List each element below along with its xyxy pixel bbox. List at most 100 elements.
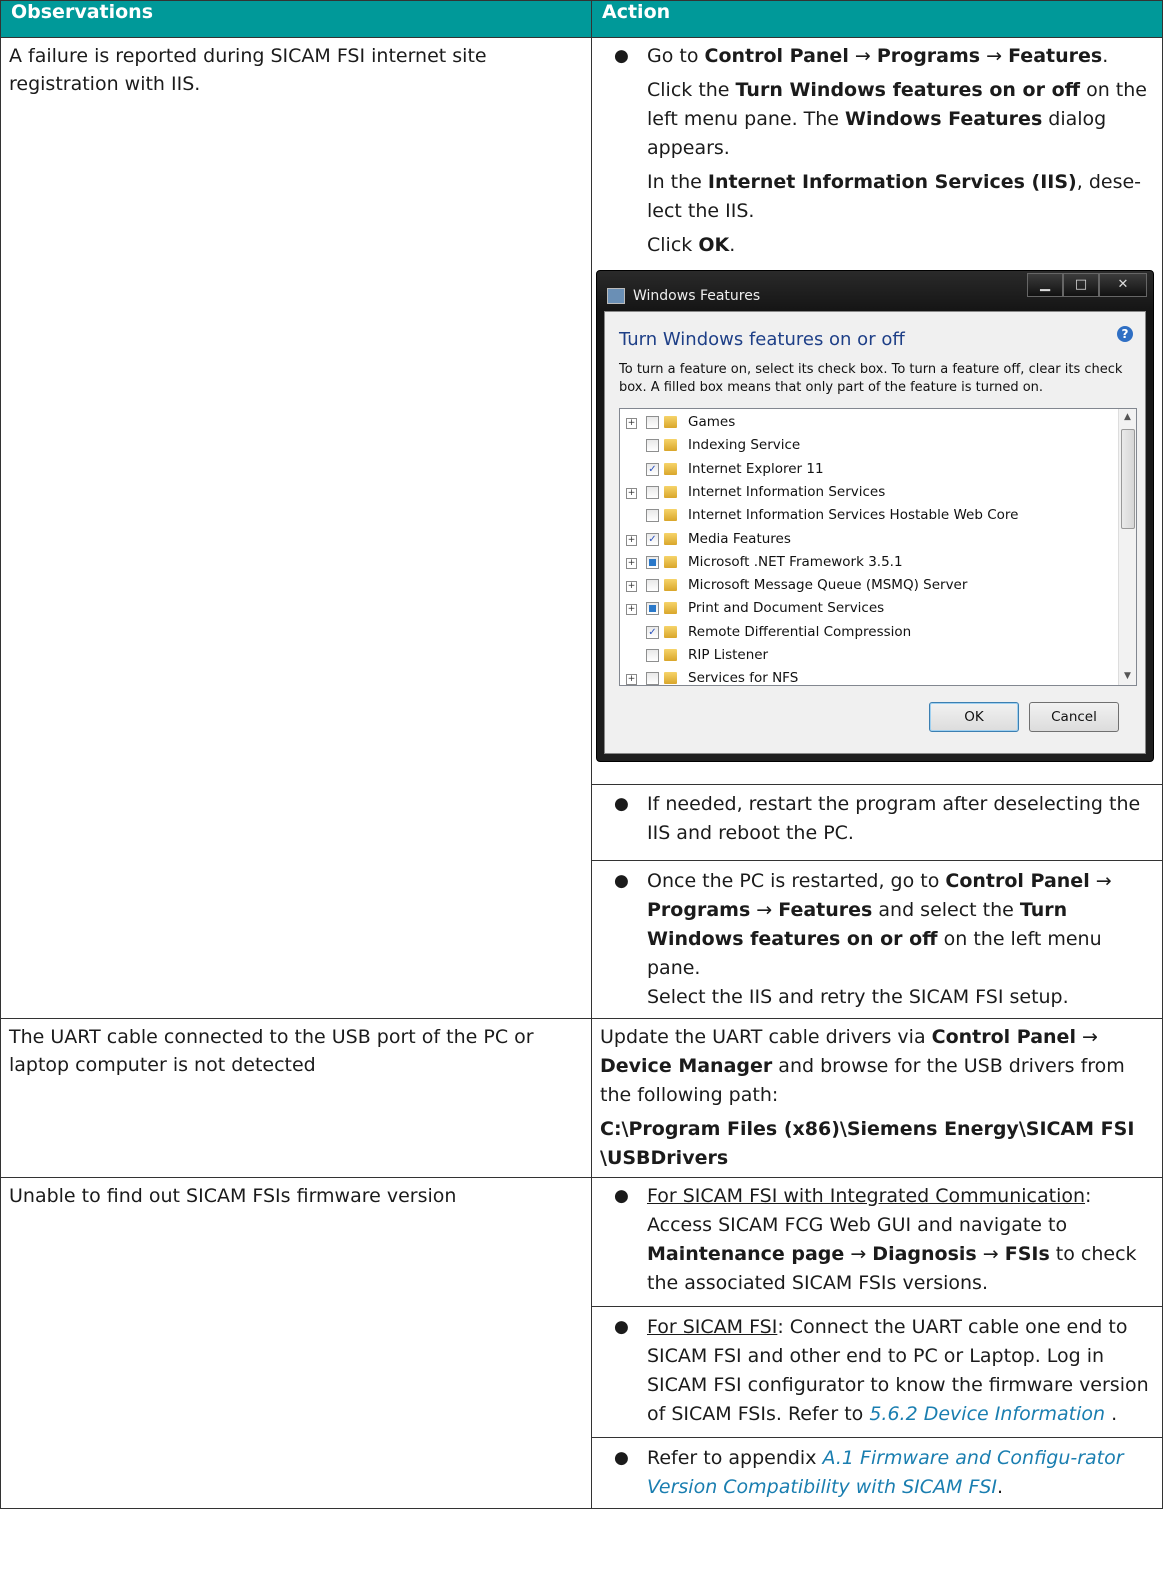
ok-button[interactable]: OK: [929, 702, 1019, 732]
folder-icon: [664, 416, 677, 428]
bullet-icon: ●: [614, 794, 629, 814]
expand-icon[interactable]: +: [626, 418, 637, 429]
bullet-item: ● Refer to appendix A.1 Firmware and Con…: [592, 1444, 1162, 1502]
feature-label: Microsoft .NET Framework 3.5.1: [688, 553, 903, 570]
cancel-button[interactable]: Cancel: [1029, 702, 1119, 732]
scroll-up-icon[interactable]: ▲: [1119, 409, 1136, 426]
expand-icon[interactable]: +: [626, 604, 637, 616]
dialog-heading: Turn Windows features on or off: [619, 329, 905, 350]
feature-checkbox[interactable]: [646, 439, 659, 453]
feature-checkbox[interactable]: ✓: [646, 532, 659, 546]
troubleshooting-table: Observations Action A failure is reporte…: [0, 0, 1163, 1509]
folder-icon: [664, 509, 677, 522]
folder-icon: [664, 602, 677, 615]
expand-icon[interactable]: +: [626, 674, 637, 685]
feature-checkbox[interactable]: [646, 579, 659, 593]
bullet-item: ● If needed, restart the program after d…: [592, 790, 1162, 848]
dialog-title: Windows Features: [633, 288, 761, 304]
action-cell: Update the UART cable drivers via Contro…: [591, 1018, 1163, 1178]
expand-icon[interactable]: +: [626, 534, 637, 546]
close-icon[interactable]: ✕: [1099, 273, 1147, 297]
bullet-icon: ●: [614, 871, 629, 891]
minimize-icon[interactable]: ▁: [1027, 273, 1063, 297]
bullet-icon: ●: [614, 1186, 629, 1206]
bullet-icon: ●: [614, 46, 629, 66]
bullet-item: ● For SICAM FSI: Connect the UART cable …: [592, 1313, 1162, 1429]
bullet-line: Select the IIS and retry the SICAM FSI s…: [647, 986, 1069, 1008]
feature-label: Games: [688, 414, 736, 430]
folder-icon: [664, 485, 677, 498]
header-observations: Observations: [0, 0, 592, 38]
scroll-down-icon[interactable]: ▼: [1119, 668, 1136, 685]
action-block: ● Go to Control Panel → Programs → Featu…: [592, 38, 1162, 785]
folder-icon: [664, 555, 677, 568]
feature-checkbox[interactable]: ✓: [646, 462, 659, 476]
bullet-item: ● For SICAM FSI with Integrated Communic…: [592, 1182, 1162, 1298]
feature-checkbox[interactable]: [646, 416, 659, 429]
feature-label: Print and Document Services: [688, 600, 885, 617]
bullet-item: ● Once the PC is restarted, go to Contro…: [592, 867, 1162, 1012]
feature-checkbox[interactable]: ✓: [646, 625, 659, 639]
feature-label: Media Features: [688, 530, 791, 547]
driver-path: C:\Program Files (x86)\Siemens Energy\SI…: [600, 1118, 1135, 1169]
bullet-icon: ●: [614, 1448, 629, 1468]
action-block: ● For SICAM FSI: Connect the UART cable …: [592, 1307, 1162, 1438]
expand-icon[interactable]: +: [626, 487, 637, 499]
folder-icon: [664, 649, 677, 661]
screenshot-container: Windows Features ▁ □ ✕ Turn Windows feat…: [592, 260, 1162, 784]
folder-icon: [664, 672, 677, 685]
dialog-description: To turn a feature on, select its check b…: [619, 362, 1123, 395]
bullet-text: For SICAM FSI with Integrated Communicat…: [647, 1185, 1137, 1294]
feature-checkbox[interactable]: [646, 602, 659, 616]
feature-checkbox[interactable]: [646, 672, 659, 685]
observation-cell: The UART cable connected to the USB port…: [0, 1018, 592, 1178]
dialog-client: Turn Windows features on or off ? To tur…: [604, 311, 1146, 754]
feature-label: Indexing Service: [688, 437, 801, 454]
action-cell: ● For SICAM FSI with Integrated Communic…: [591, 1177, 1163, 1509]
bullet-text: Refer to appendix A.1 Firmware and Confi…: [647, 1447, 1124, 1498]
vertical-scrollbar[interactable]: ▲ ▼: [1118, 409, 1136, 685]
table-header-row: Observations Action: [0, 0, 1163, 38]
help-icon[interactable]: ?: [1117, 326, 1133, 342]
window-icon: [607, 288, 625, 304]
folder-icon: [664, 579, 677, 592]
expand-icon[interactable]: +: [626, 581, 637, 593]
feature-label: Remote Differential Compression: [688, 623, 912, 640]
feature-label: Internet Information Services Hostable W…: [688, 507, 1019, 524]
feature-label: RIP Listener: [688, 647, 769, 663]
observation-cell: Unable to find out SICAM FSIs firmware v…: [0, 1177, 592, 1509]
table-row: The UART cable connected to the USB port…: [0, 1018, 1163, 1178]
scroll-thumb[interactable]: [1121, 429, 1135, 529]
feature-label: Microsoft Message Queue (MSMQ) Server: [688, 577, 968, 594]
bullet-line: Go to Control Panel → Programs → Feature…: [647, 45, 1109, 67]
maximize-icon[interactable]: □: [1063, 273, 1099, 297]
features-tree[interactable]: + Services for NFS RIP Listener ✓ Remote Dif…: [619, 408, 1137, 686]
action-block: ● Once the PC is restarted, go to Contro…: [592, 861, 1162, 1018]
bullet-icon: ●: [614, 1317, 629, 1337]
bullet-line: In the Internet Information Services (II…: [647, 171, 1142, 222]
observation-cell: A failure is reported during SICAM FSI i…: [0, 37, 592, 1019]
bullet-line: Click the Turn Windows features on or of…: [647, 79, 1147, 159]
table-row: A failure is reported during SICAM FSI i…: [0, 37, 1163, 1019]
bullet-text: If needed, restart the program after des…: [647, 793, 1141, 844]
bullet-text: For SICAM FSI: Connect the UART cable on…: [647, 1316, 1149, 1425]
feature-checkbox[interactable]: [646, 485, 659, 499]
action-cell: ● Go to Control Panel → Programs → Featu…: [591, 37, 1163, 1019]
dialog-titlebar: Windows Features: [603, 281, 760, 311]
action-block: ● For SICAM FSI with Integrated Communic…: [592, 1178, 1162, 1307]
action-paragraph: Update the UART cable drivers via Contro…: [600, 1026, 1125, 1106]
folder-icon: [664, 462, 677, 475]
expand-icon[interactable]: +: [626, 557, 637, 569]
bullet-text: Once the PC is restarted, go to Control …: [647, 870, 1112, 979]
device-information-link[interactable]: 5.6.2 Device Information: [869, 1403, 1105, 1425]
bullet-item: ● Go to Control Panel → Programs → Featu…: [592, 42, 1162, 260]
bullet-line: Click OK.: [647, 234, 736, 256]
feature-checkbox[interactable]: [646, 509, 659, 523]
feature-label: Services for NFS: [688, 670, 799, 686]
feature-label: Internet Information Services: [688, 483, 886, 500]
feature-checkbox[interactable]: [646, 649, 659, 662]
feature-label: Internet Explorer 11: [688, 460, 824, 477]
action-block: ● If needed, restart the program after d…: [592, 785, 1162, 861]
feature-checkbox[interactable]: [646, 555, 659, 569]
window-controls: ▁ □ ✕: [1027, 273, 1147, 297]
